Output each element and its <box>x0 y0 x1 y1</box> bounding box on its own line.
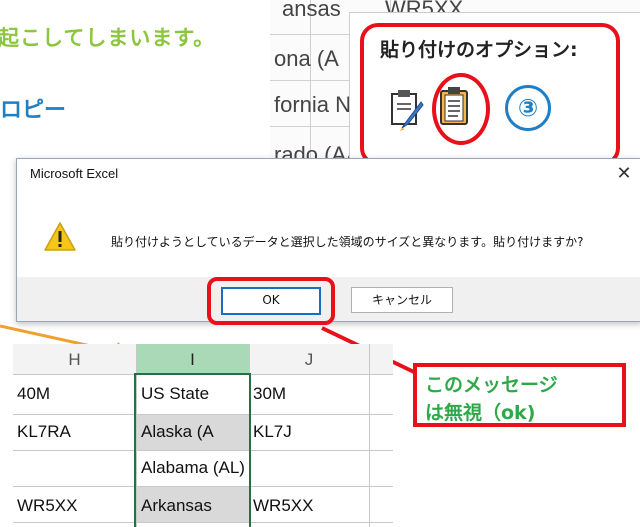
bg-cell: fornia N <box>274 92 352 117</box>
dialog-message: 貼り付けようとしているデータと選択した領域のサイズと異なります。貼り付けますか? <box>111 235 584 249</box>
cell[interactable]: Arkansas <box>141 496 212 516</box>
bg-cell: ansas <box>282 0 341 21</box>
dialog-titlebar: Microsoft Excel ✕ <box>17 159 640 189</box>
spreadsheet: H I J 40M US State 30M KL7RA Alaska (A K… <box>13 344 393 527</box>
column-header-i[interactable]: I <box>136 344 249 374</box>
cell[interactable]: 30M <box>253 384 286 404</box>
ok-button-highlight <box>207 277 335 325</box>
callout-line-1: このメッセージ <box>425 374 558 396</box>
cell[interactable]: Alaska (A <box>141 422 214 442</box>
excel-dialog: Microsoft Excel ✕ 貼り付けようとしているデータと選択した領域の… <box>16 158 640 325</box>
cell[interactable]: US State <box>141 384 209 404</box>
cancel-button[interactable]: キャンセル <box>351 287 453 313</box>
dialog-title: Microsoft Excel <box>30 166 119 181</box>
warning-icon <box>43 221 77 257</box>
paste-options-highlight <box>360 23 620 166</box>
paste-options-menu: 貼り付けのオプション: ③ <box>349 12 640 173</box>
bg-cell: ona (A <box>274 46 339 71</box>
cell[interactable]: KL7J <box>253 422 292 442</box>
callout-line-2: は無視（ok) <box>425 402 536 424</box>
cell[interactable]: KL7RA <box>17 422 71 442</box>
caption-blue: ロピー <box>0 98 67 123</box>
dialog-body: 貼り付けようとしているデータと選択した領域のサイズと異なります。貼り付けますか?… <box>17 189 640 325</box>
column-header-empty <box>369 344 393 374</box>
cell[interactable]: WR5XX <box>17 496 77 516</box>
annotation-callout: このメッセージ は無視（ok) <box>413 363 626 427</box>
cell[interactable]: Alabama (AL) <box>141 458 245 478</box>
caption-green: 起こしてしまいます。 <box>0 26 216 50</box>
cell[interactable]: WR5XX <box>253 496 313 516</box>
close-icon[interactable]: ✕ <box>609 159 639 189</box>
column-header-h[interactable]: H <box>13 344 136 374</box>
cell[interactable]: 40M <box>17 384 50 404</box>
column-header-j[interactable]: J <box>249 344 369 374</box>
